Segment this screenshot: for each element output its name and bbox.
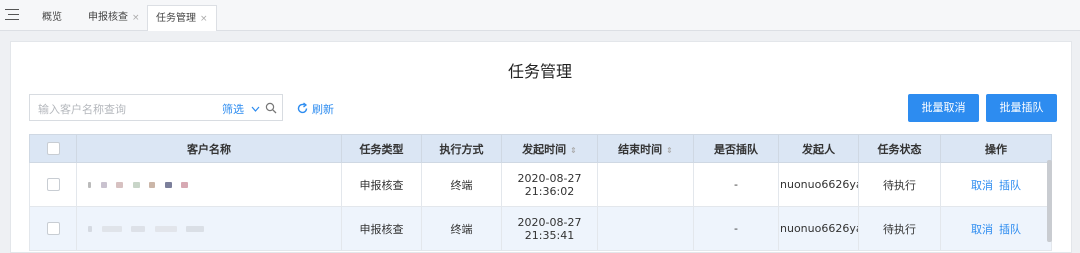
start-date: 2020-08-27 xyxy=(517,215,582,229)
column-header: 发起人 xyxy=(778,134,859,163)
end-time-cell xyxy=(597,162,694,207)
insert-link[interactable]: 插队 xyxy=(999,179,1021,192)
refresh-button[interactable]: 刷新 xyxy=(296,101,334,117)
task-type-cell: 申报核查 xyxy=(341,206,422,251)
column-header-end-time[interactable]: 结束时间 ⇕ xyxy=(597,134,694,163)
search-box: 筛选 xyxy=(29,94,283,121)
exec-mode-cell: 终端 xyxy=(421,162,502,207)
filter-dropdown[interactable]: 筛选 xyxy=(222,101,260,117)
end-time-cell xyxy=(597,206,694,251)
task-type-cell: 申报核查 xyxy=(341,162,422,207)
tab-bar: 概览 申报核查 × 任务管理 × xyxy=(0,0,1080,31)
row-select-cell xyxy=(29,162,77,207)
search-icon[interactable] xyxy=(265,102,277,114)
sort-icon[interactable]: ⇕ xyxy=(666,146,673,155)
column-header-label: 结束时间 xyxy=(618,142,663,156)
row-checkbox[interactable] xyxy=(46,178,60,192)
status-cell: 待执行 xyxy=(858,162,941,207)
row-checkbox[interactable] xyxy=(46,222,60,236)
redacted-name-blur xyxy=(85,222,207,235)
task-table: 客户名称 任务类型 执行方式 发起时间 ⇕ 结束时间 ⇕ 是否插队 发起人 任务状态… xyxy=(29,134,1052,251)
select-all-checkbox[interactable] xyxy=(46,142,60,156)
batch-insert-button[interactable]: 批量插队 xyxy=(986,94,1057,122)
tab-label: 任务管理 xyxy=(156,13,196,24)
tab-declaration-check[interactable]: 申报核查 × xyxy=(80,5,148,30)
column-header: 操作 xyxy=(940,134,1052,163)
actions-cell: 取消 插队 xyxy=(940,206,1052,251)
close-icon[interactable]: × xyxy=(132,13,140,23)
column-header: 任务状态 xyxy=(858,134,941,163)
cancel-link[interactable]: 取消 xyxy=(971,179,993,192)
search-input[interactable] xyxy=(36,99,210,119)
tab-label: 概览 xyxy=(42,12,62,23)
column-header-start-time[interactable]: 发起时间 ⇕ xyxy=(501,134,598,163)
customer-name-cell xyxy=(76,206,342,251)
exec-mode-cell: 终端 xyxy=(421,206,502,251)
start-time: 21:35:41 xyxy=(524,228,575,242)
row-select-cell xyxy=(29,206,77,251)
tab-overview[interactable]: 概览 xyxy=(34,5,70,30)
page-title: 任务管理 xyxy=(507,62,572,81)
status-cell: 待执行 xyxy=(858,206,941,251)
actions-cell: 取消 插队 xyxy=(940,162,1052,207)
refresh-icon xyxy=(297,102,308,114)
table-row: 申报核查 终端 2020-08-27 21:36:02 - nuonuo6626… xyxy=(29,162,1052,207)
table-header-row: 客户名称 任务类型 执行方式 发起时间 ⇕ 结束时间 ⇕ 是否插队 发起人 任务状态… xyxy=(29,134,1052,163)
table-row: 申报核查 终端 2020-08-27 21:35:41 - nuonuo6626… xyxy=(29,206,1052,251)
batch-cancel-button[interactable]: 批量取消 xyxy=(908,94,979,122)
close-icon[interactable]: × xyxy=(200,14,208,24)
tab-label: 申报核查 xyxy=(88,12,128,23)
table-scrollbar[interactable] xyxy=(1047,160,1052,242)
sort-icon[interactable]: ⇕ xyxy=(570,146,577,155)
select-all-cell xyxy=(29,134,77,163)
redacted-name-blur xyxy=(85,178,191,191)
start-time-cell: 2020-08-27 21:36:02 xyxy=(501,162,598,207)
customer-name-cell xyxy=(76,162,342,207)
initiator-cell: nuonuo6626ya xyxy=(778,206,859,251)
chevron-down-icon xyxy=(251,106,259,112)
start-time-cell: 2020-08-27 21:35:41 xyxy=(501,206,598,251)
cancel-link[interactable]: 取消 xyxy=(971,223,993,236)
column-header-label: 发起时间 xyxy=(522,142,567,156)
column-header: 客户名称 xyxy=(76,134,342,163)
refresh-label: 刷新 xyxy=(312,103,334,116)
insert-link[interactable]: 插队 xyxy=(999,223,1021,236)
queue-jump-cell: - xyxy=(693,162,779,207)
start-date: 2020-08-27 xyxy=(517,171,582,185)
column-header: 执行方式 xyxy=(421,134,502,163)
column-header: 任务类型 xyxy=(341,134,422,163)
queue-jump-cell: - xyxy=(693,206,779,251)
filter-label: 筛选 xyxy=(222,103,244,116)
column-header: 是否插队 xyxy=(693,134,779,163)
start-time: 21:36:02 xyxy=(524,184,575,198)
menu-collapse-icon[interactable] xyxy=(5,9,19,21)
initiator-cell: nuonuo6626ya xyxy=(778,162,859,207)
tab-task-management[interactable]: 任务管理 × xyxy=(147,5,217,31)
